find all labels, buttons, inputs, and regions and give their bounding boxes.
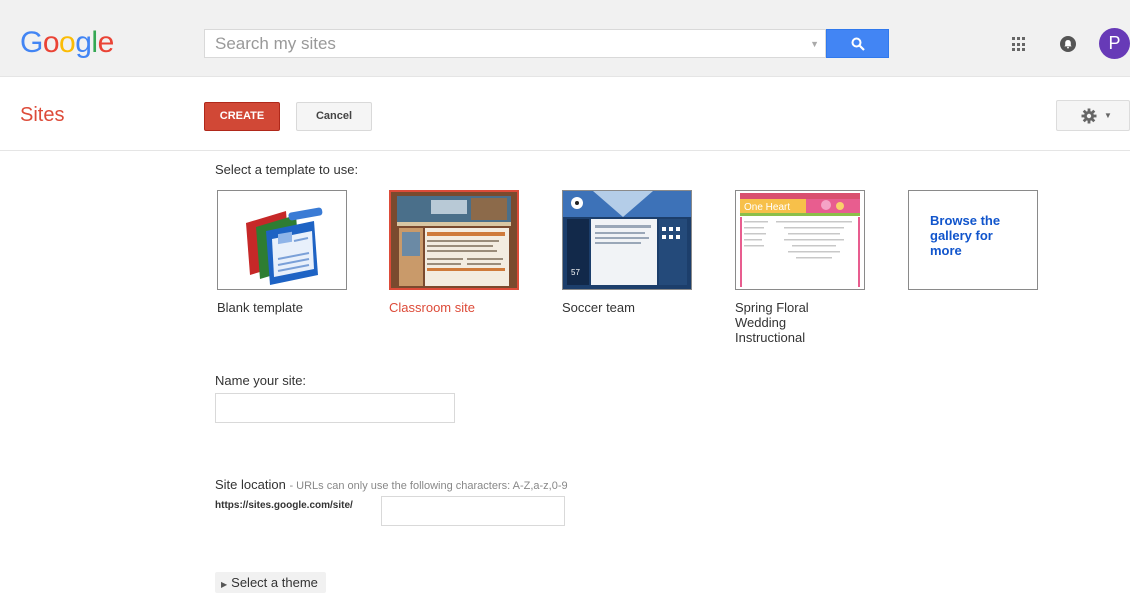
notifications-icon[interactable] xyxy=(1060,36,1076,52)
url-prefix: https://sites.google.com/site/ xyxy=(215,500,353,511)
soccer-preview: 57 xyxy=(563,191,691,289)
template-heading: Select a template to use: xyxy=(215,162,359,177)
template-name-blank[interactable]: Blank template xyxy=(217,300,337,315)
gear-icon xyxy=(1081,108,1097,124)
divider xyxy=(0,150,1130,151)
search-options-icon[interactable]: ▼ xyxy=(810,39,819,49)
select-theme-toggle[interactable]: ▶ Select a theme xyxy=(215,572,326,593)
logo-letter: e xyxy=(97,26,115,59)
select-theme-label: Select a theme xyxy=(231,575,318,590)
classroom-preview xyxy=(391,192,517,288)
svg-text:One Heart: One Heart xyxy=(744,202,790,213)
settings-button[interactable]: ▼ xyxy=(1056,100,1130,131)
create-button[interactable]: CREATE xyxy=(204,102,280,131)
search-box: ▼ xyxy=(204,29,826,58)
logo-letter: G xyxy=(20,26,43,59)
app-title[interactable]: Sites xyxy=(20,104,64,127)
avatar[interactable]: P xyxy=(1099,28,1130,59)
top-bar: Google ▼ P xyxy=(0,0,1130,77)
site-location-input[interactable] xyxy=(381,496,565,526)
search-icon xyxy=(851,37,865,51)
template-thumbnail-wedding[interactable]: One Heart xyxy=(735,190,865,290)
logo-letter: o xyxy=(59,26,76,59)
expand-arrow-icon: ▶ xyxy=(221,580,228,589)
browse-gallery-link[interactable]: Browse the gallery for more xyxy=(908,190,1038,290)
template-thumbnail-soccer[interactable]: 57 xyxy=(562,190,692,290)
wedding-preview: One Heart xyxy=(736,191,864,289)
site-name-input[interactable] xyxy=(215,393,455,423)
site-name-label: Name your site: xyxy=(215,373,307,388)
svg-text:57: 57 xyxy=(571,268,580,277)
template-thumbnail-blank[interactable] xyxy=(217,190,347,290)
google-logo[interactable]: Google xyxy=(20,26,114,60)
search-button[interactable] xyxy=(826,29,889,58)
site-location-label: Site location - URLs can only use the fo… xyxy=(215,477,568,492)
logo-letter: g xyxy=(75,26,92,59)
chevron-down-icon: ▼ xyxy=(1104,111,1112,120)
blank-template-icon xyxy=(218,191,346,289)
template-name-classroom[interactable]: Classroom site xyxy=(389,300,509,315)
apps-grid-icon[interactable] xyxy=(1012,37,1027,52)
logo-letter: o xyxy=(42,26,60,59)
template-thumbnail-classroom[interactable] xyxy=(389,190,519,290)
search-input[interactable] xyxy=(205,30,805,57)
cancel-button[interactable]: Cancel xyxy=(296,102,372,131)
template-name-soccer[interactable]: Soccer team xyxy=(562,300,682,315)
template-name-wedding[interactable]: Spring Floral Wedding Instructional xyxy=(735,300,835,345)
site-location-hint: - URLs can only use the following charac… xyxy=(289,480,568,492)
site-location-title: Site location xyxy=(215,477,286,492)
